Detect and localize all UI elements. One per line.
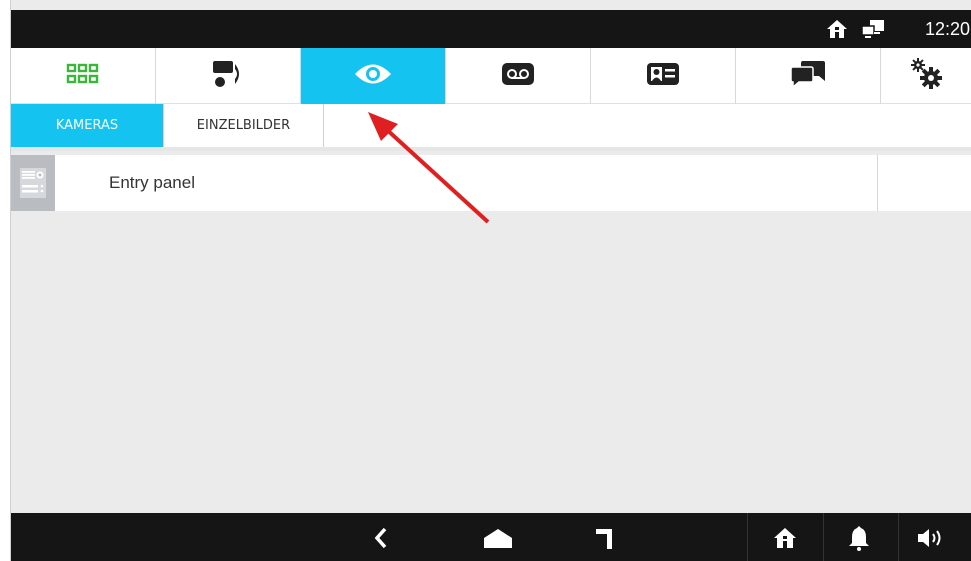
volume-icon[interactable] xyxy=(916,525,948,551)
tab-settings[interactable] xyxy=(881,48,971,104)
home-icon[interactable] xyxy=(772,525,798,551)
voicemail-icon xyxy=(500,61,536,92)
status-bar: 12:20 xyxy=(11,10,971,48)
home-status-icon xyxy=(826,18,848,40)
list-item-label: Entry panel xyxy=(109,173,195,192)
home-shape-icon[interactable] xyxy=(483,525,513,551)
back-icon[interactable] xyxy=(368,525,394,551)
apps-grid-icon xyxy=(66,63,100,90)
tab-intercom[interactable] xyxy=(156,48,301,104)
tab-contacts[interactable] xyxy=(591,48,736,104)
list-item[interactable]: Entry panel xyxy=(11,155,971,211)
tab-kameras[interactable]: KAMERAS xyxy=(11,104,164,147)
nav-separator xyxy=(747,513,748,561)
tab-cameras[interactable] xyxy=(301,48,446,104)
list-divider xyxy=(877,155,878,211)
intercom-handset-icon xyxy=(211,59,245,94)
tab-apps[interactable] xyxy=(11,48,156,104)
eye-icon xyxy=(353,61,393,92)
tab-voicemail[interactable] xyxy=(446,48,591,104)
network-icon xyxy=(861,18,884,40)
nav-separator xyxy=(823,513,824,561)
bell-icon[interactable] xyxy=(846,525,872,551)
camera-subtab-bar: KAMERAS EINZELBILDER xyxy=(11,104,971,151)
tab-einzelbilder[interactable]: EINZELBILDER xyxy=(164,104,324,147)
clock: 12:20 xyxy=(924,19,970,39)
tab-messages[interactable] xyxy=(736,48,881,104)
bottom-nav-bar xyxy=(11,513,971,561)
nav-separator xyxy=(898,513,899,561)
chat-icon xyxy=(789,59,827,94)
main-tab-bar xyxy=(11,48,971,104)
app-frame: 12:20 KAMERAS EINZELBILDER Entry panel xyxy=(10,0,971,561)
recent-apps-icon[interactable] xyxy=(591,525,617,551)
entry-panel-icon xyxy=(11,155,55,211)
settings-gears-icon xyxy=(909,57,945,96)
contact-card-icon xyxy=(645,61,681,92)
